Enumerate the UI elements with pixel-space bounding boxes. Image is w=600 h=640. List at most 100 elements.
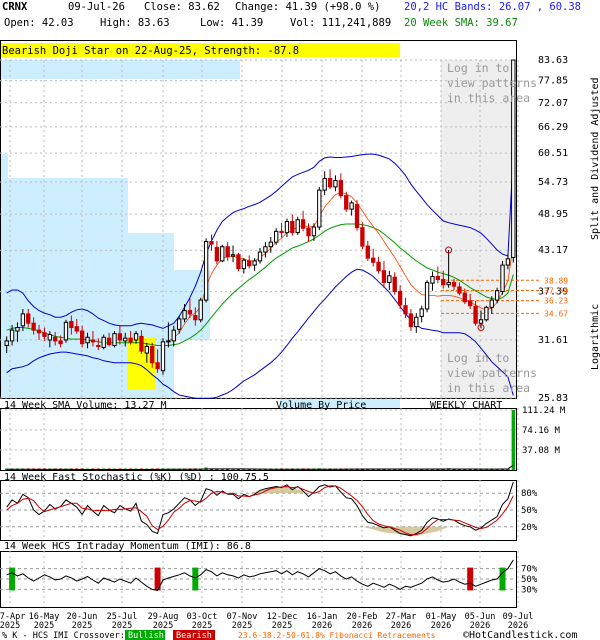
price-tick-label: 72.07 [538, 98, 568, 109]
candle-body [505, 258, 511, 266]
date-tick-year: 2025 [72, 621, 92, 631]
date-tick-year: 2026 [312, 621, 332, 631]
low-price: Low: 41.39 [200, 17, 264, 29]
volume-by-price-label: Volume By Price [276, 400, 366, 411]
candle-body [349, 202, 354, 210]
hc-bands-readout: 20,2 HC Bands: 26.07 , 60.38 [404, 1, 582, 13]
bullish-badge: Bullish [128, 631, 164, 640]
candle-body [230, 254, 236, 257]
candle-body [478, 319, 484, 324]
candle-body [79, 330, 85, 345]
pattern-banner: Bearish Doji Star on 22-Aug-25, Strength… [2, 45, 299, 57]
candle-body [101, 336, 106, 348]
candle-body [150, 345, 155, 364]
candle-body [392, 276, 397, 293]
candle-body [241, 259, 247, 270]
fib-label: 37.54 [544, 286, 568, 295]
imi-tick-label: 70% [521, 565, 538, 575]
candle-body [198, 299, 203, 321]
volume-tick-label: 111.24 M [522, 406, 566, 416]
candle-body [236, 254, 241, 270]
volume-title: 14 Week SMA Volume: 13.27 M [4, 400, 167, 411]
candle-body [69, 320, 74, 329]
price-tick-label: 48.95 [538, 209, 568, 220]
candle-body [187, 310, 193, 315]
volume-bar [511, 410, 515, 470]
crossover-marker [9, 567, 16, 591]
candle-body [58, 340, 63, 345]
candle-body [133, 333, 139, 341]
price-tick-label: 77.85 [538, 76, 568, 87]
imi-tick-label: 50% [521, 575, 538, 585]
candle-body [360, 227, 365, 247]
candle-body [462, 292, 467, 303]
candle-body [263, 246, 268, 253]
candle-body [273, 230, 279, 243]
candle-body [441, 278, 446, 286]
open-price: Open: 42.03 [4, 17, 74, 29]
stoch-tick-label: 80% [521, 489, 538, 499]
login-note: in this area [447, 381, 530, 395]
date-tick-year: 2025 [272, 621, 292, 631]
imi-panel [6, 559, 514, 591]
candle-body [371, 257, 376, 263]
candle-body [494, 290, 500, 301]
candle-body [31, 322, 36, 331]
candle-body [160, 341, 166, 372]
candle-body [220, 246, 225, 262]
candle-body [306, 227, 311, 237]
symbol: CRNX [2, 1, 28, 13]
candle-body [295, 219, 300, 234]
price-tick-label: 31.61 [538, 335, 568, 346]
candle-body [484, 306, 489, 321]
candle-body [26, 313, 31, 324]
candle-body [252, 260, 257, 266]
imi-tick-label: 30% [521, 585, 538, 595]
panel-frame [0, 408, 517, 471]
candle-body [279, 230, 284, 234]
date-tick-year: 2025 [232, 621, 252, 631]
candle-body [344, 195, 349, 210]
candle-body [247, 260, 252, 267]
candle-body [387, 275, 392, 283]
side-label-log: Logarithmic [590, 304, 600, 370]
bearish-badge: Bearish [176, 631, 212, 640]
candle-body [117, 333, 123, 341]
candle-body [128, 337, 133, 343]
date-tick-year: 2025 [112, 621, 132, 631]
candle-body [15, 327, 20, 332]
candle-body [489, 299, 494, 308]
candle-body [397, 291, 403, 306]
price-change: Change: 41.39 (+98.0 %) [235, 1, 381, 13]
candle-body [47, 334, 52, 341]
volume-by-price-bar [0, 60, 240, 79]
brand: ©HotCandlestick.com [463, 630, 577, 640]
sma-readout: 20 Week SMA: 39.67 [404, 17, 518, 29]
candle-body [424, 281, 430, 310]
candle-body [473, 306, 478, 324]
candle-body [42, 332, 47, 337]
candle-body [53, 336, 58, 342]
candle-body [333, 180, 338, 188]
candle-body [300, 219, 306, 229]
candle-body [155, 362, 160, 370]
price-tick-label: 66.29 [538, 122, 568, 133]
close-price: Close: 83.62 [144, 1, 220, 13]
candle-body [408, 313, 414, 328]
candle-body [327, 177, 333, 188]
login-note: in this area [447, 91, 530, 105]
stoch-tick-label: 50% [521, 506, 538, 516]
high-price: High: 83.63 [100, 17, 170, 29]
candle-body [354, 204, 360, 229]
date-tick-year: 2026 [391, 621, 411, 631]
fib-legend: 23.6-38.2-50-61.8% Fibonacci Retracement… [238, 631, 436, 640]
imi-line [6, 559, 514, 591]
crossover-marker [467, 567, 474, 591]
candle-body [123, 337, 128, 342]
candle-body [96, 345, 101, 348]
candle-body [90, 339, 96, 343]
candle-body [209, 241, 214, 245]
candle-body [144, 345, 149, 354]
candle-body [468, 300, 473, 307]
candle-body [166, 340, 171, 343]
